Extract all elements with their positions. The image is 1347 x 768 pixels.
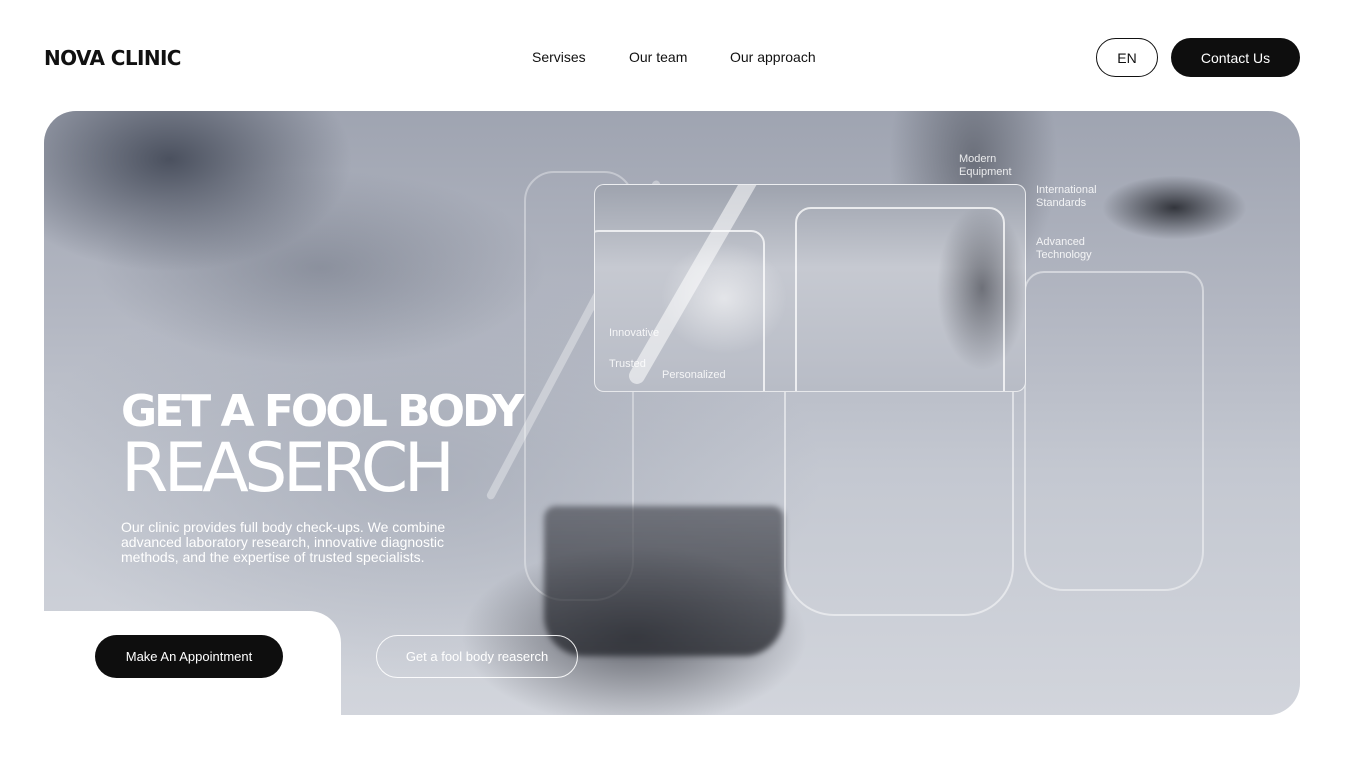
- full-body-research-button[interactable]: Get a fool body reaserch: [376, 635, 578, 678]
- contact-us-button[interactable]: Contact Us: [1171, 38, 1300, 77]
- glass-shape: [1024, 271, 1204, 591]
- inset-beaker-right: [795, 207, 1005, 391]
- language-button[interactable]: EN: [1096, 38, 1158, 77]
- hero-description: Our clinic provides full body check-ups.…: [121, 519, 446, 565]
- tag-international-standards: International Standards: [1036, 184, 1097, 209]
- make-appointment-button[interactable]: Make An Appointment: [95, 635, 283, 678]
- tag-trusted: Trusted: [609, 358, 646, 370]
- nav-item-services[interactable]: Servises: [532, 49, 586, 65]
- beaker-liquid: [544, 506, 784, 656]
- tag-personalized: Personalized: [662, 369, 726, 381]
- tag-innovative: Innovative: [609, 327, 660, 339]
- tag-advanced-technology: Advanced Technology: [1036, 236, 1092, 261]
- lab-image-card: [594, 184, 1026, 392]
- nav-item-our-approach[interactable]: Our approach: [730, 49, 816, 65]
- tag-modern-equipment: Modern Equipment: [959, 153, 1012, 178]
- hero-title-line2: REASERCH: [121, 429, 455, 508]
- nav-item-our-team[interactable]: Our team: [629, 49, 687, 65]
